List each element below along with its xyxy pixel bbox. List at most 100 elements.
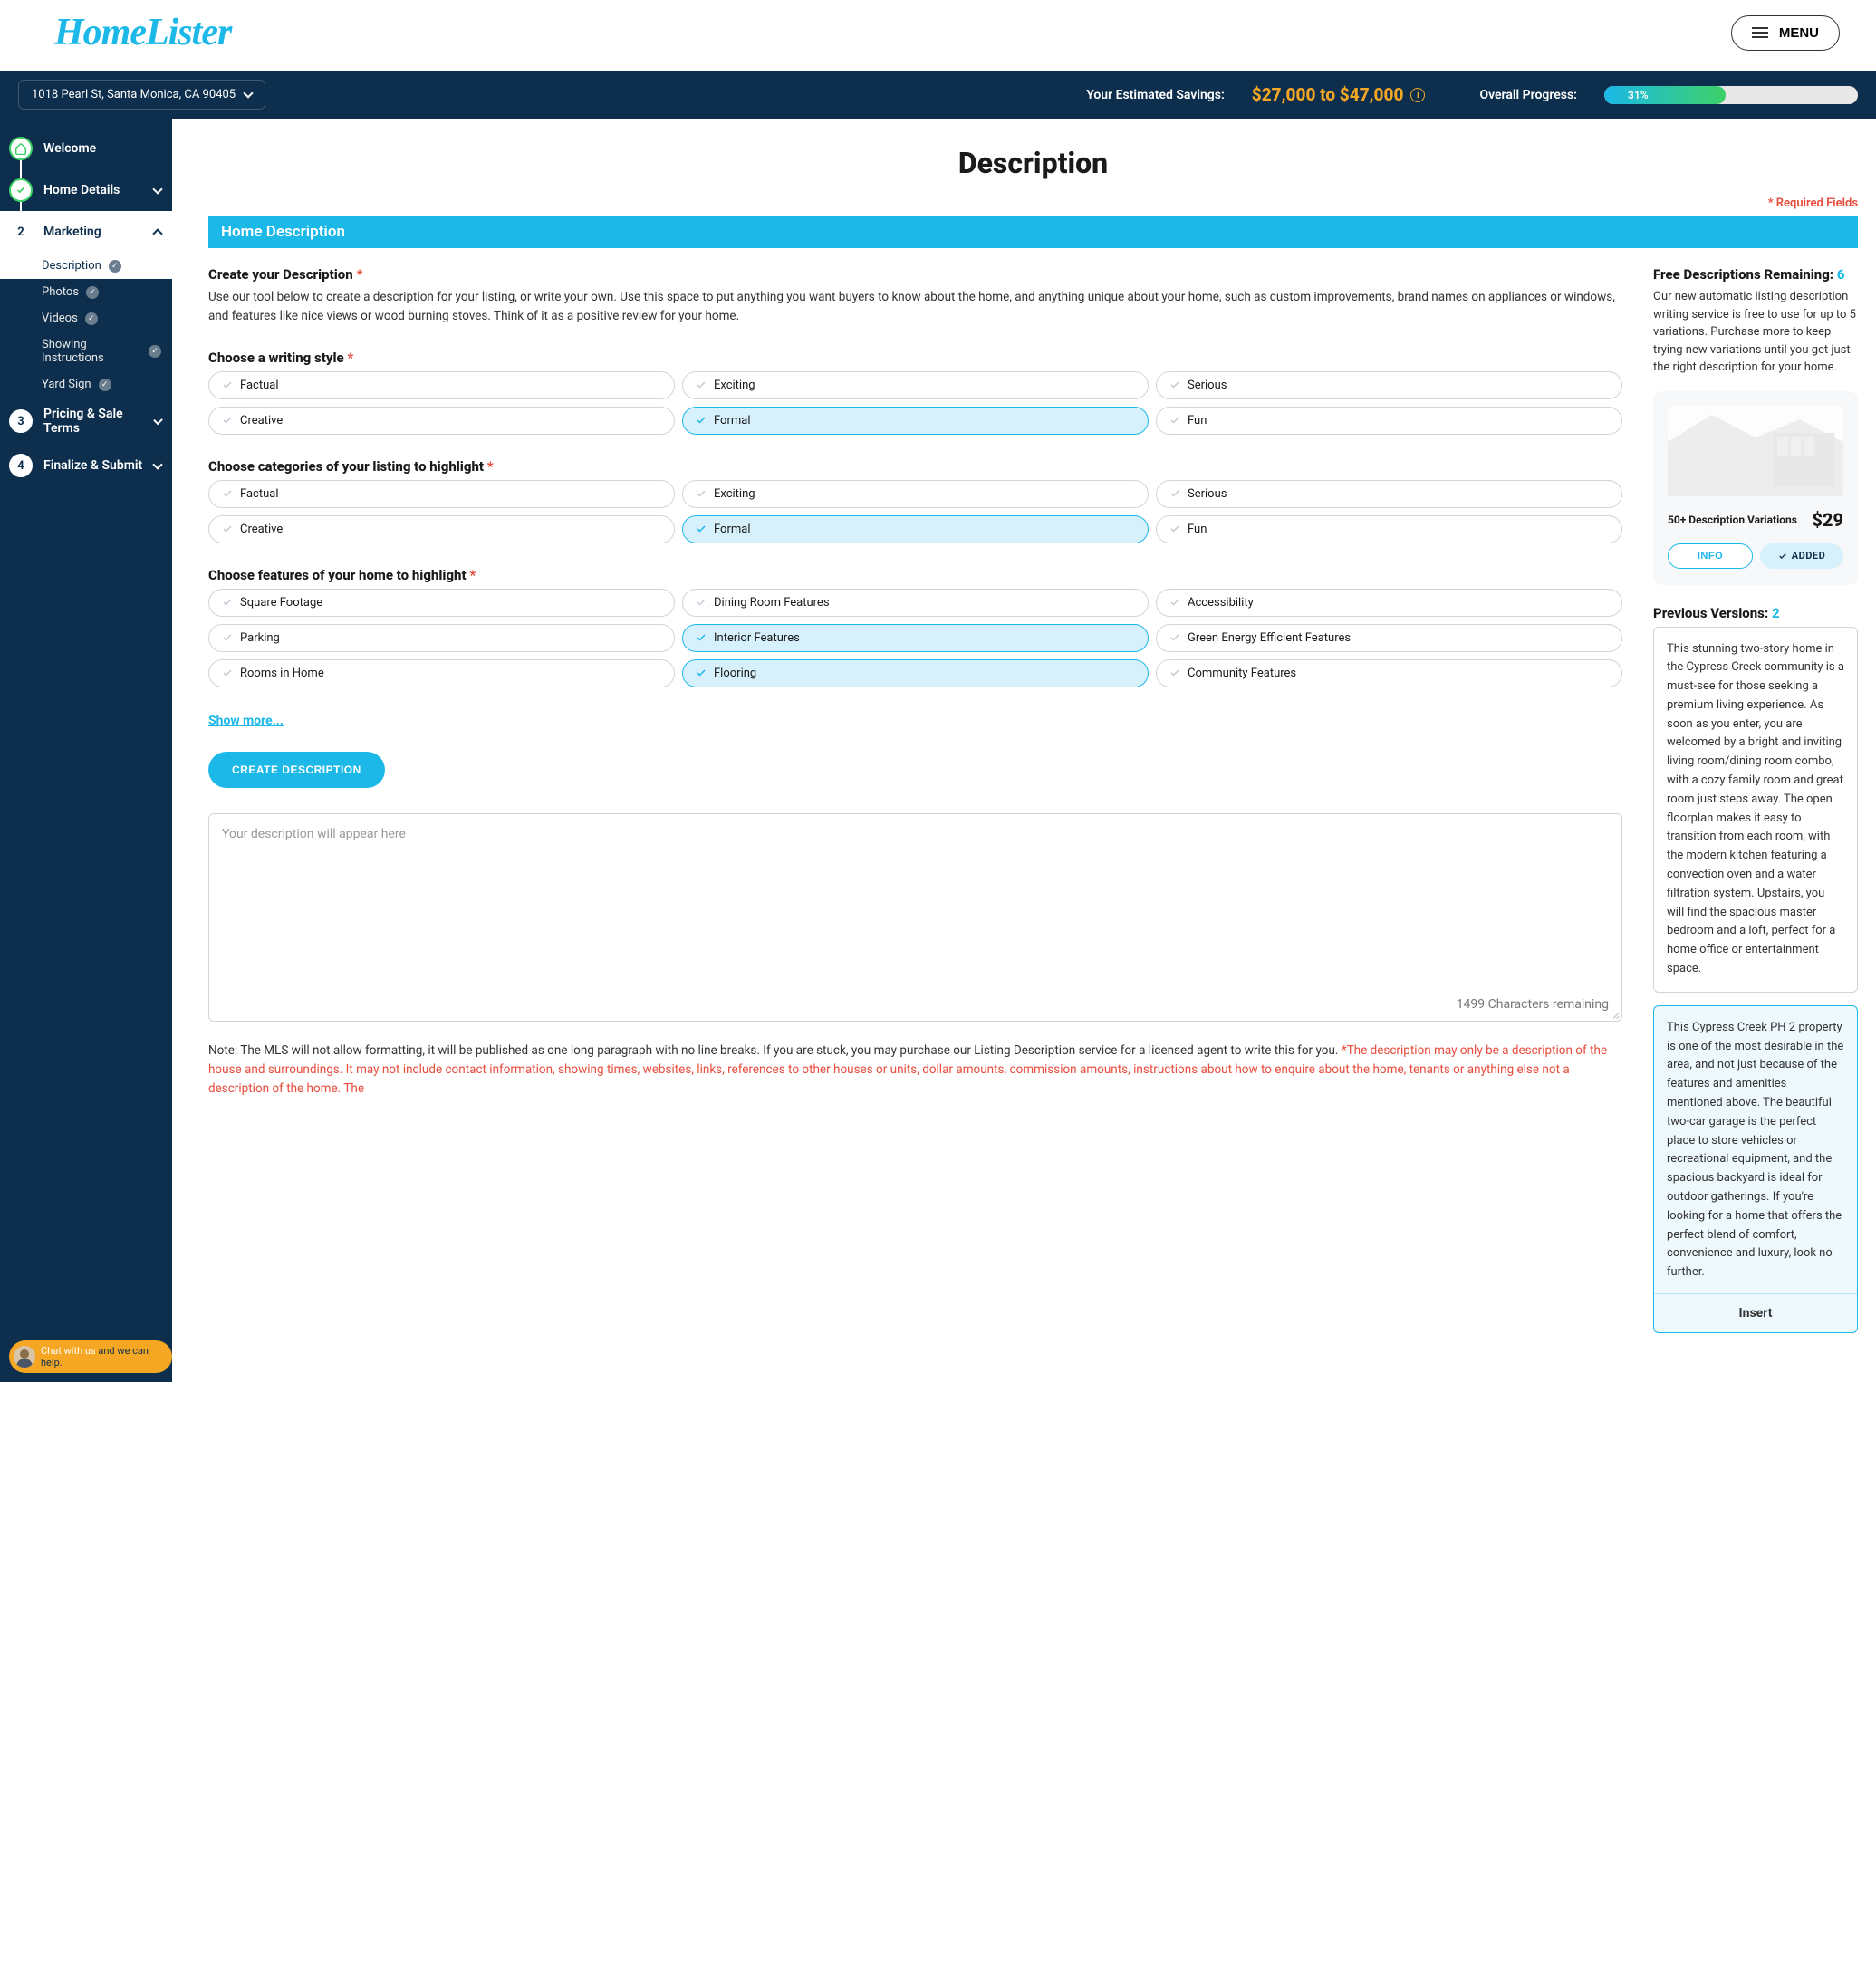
check-icon (222, 632, 233, 643)
check-icon (9, 178, 33, 202)
substep-showing[interactable]: Showing Instructions ✓ (0, 331, 172, 371)
check-badge-icon: ✓ (86, 286, 99, 299)
check-badge-icon: ✓ (109, 260, 121, 273)
avatar (14, 1346, 35, 1368)
category-option[interactable]: Serious (1156, 480, 1622, 508)
menu-label: MENU (1779, 25, 1819, 41)
substep-photos[interactable]: Photos ✓ (0, 279, 172, 305)
create-desc: Use our tool below to create a descripti… (208, 288, 1622, 326)
check-icon (696, 632, 707, 643)
step-home-details[interactable]: Home Details (0, 169, 172, 211)
address-text: 1018 Pearl St, Santa Monica, CA 90405 (32, 88, 236, 101)
check-icon (222, 667, 233, 678)
style-option[interactable]: Formal (682, 407, 1149, 435)
check-icon (1169, 415, 1180, 426)
free-remaining-heading: Free Descriptions Remaining: 6 (1653, 266, 1858, 283)
progress-fill: 31% (1604, 86, 1726, 104)
check-icon (1169, 523, 1180, 534)
style-option[interactable]: Serious (1156, 371, 1622, 399)
feature-option[interactable]: Interior Features (682, 624, 1149, 652)
check-icon (696, 667, 707, 678)
info-icon[interactable]: i (1410, 88, 1425, 102)
hamburger-icon (1752, 27, 1768, 38)
promo-label: 50+ Description Variations (1668, 514, 1797, 526)
style-option[interactable]: Exciting (682, 371, 1149, 399)
category-options: FactualExcitingSerious CreativeFormalFun (208, 480, 1622, 543)
substep-yard-sign[interactable]: Yard Sign ✓ (0, 371, 172, 398)
check-icon (1169, 597, 1180, 608)
category-option[interactable]: Factual (208, 480, 675, 508)
category-option[interactable]: Formal (682, 515, 1149, 543)
address-selector[interactable]: 1018 Pearl St, Santa Monica, CA 90405 (18, 80, 265, 110)
check-badge-icon: ✓ (99, 379, 111, 391)
style-option[interactable]: Creative (208, 407, 675, 435)
check-badge-icon: ✓ (149, 345, 161, 358)
check-icon (222, 597, 233, 608)
feature-option[interactable]: Accessibility (1156, 589, 1622, 617)
promo-info-button[interactable]: INFO (1668, 543, 1753, 569)
check-icon (696, 488, 707, 499)
step-number: 2 (9, 220, 33, 244)
version-card-1[interactable]: This stunning two-story home in the Cypr… (1653, 627, 1858, 993)
description-textarea[interactable] (222, 827, 1609, 990)
style-option[interactable]: Factual (208, 371, 675, 399)
chevron-down-icon (152, 459, 162, 469)
step-welcome[interactable]: Welcome (0, 128, 172, 169)
chevron-down-icon (243, 88, 253, 98)
sidebar: Welcome Home Details 2 Marketing Descrip… (0, 119, 172, 1382)
show-more-link[interactable]: Show more... (208, 714, 284, 728)
chevron-down-icon (153, 415, 163, 425)
create-description-button[interactable]: CREATE DESCRIPTION (208, 752, 385, 788)
step-pricing[interactable]: 3 Pricing & Sale Terms (0, 398, 172, 445)
savings-value: $27,000 to $47,000 i (1252, 84, 1426, 105)
create-heading: Create your Description * (208, 266, 1622, 283)
home-icon (9, 137, 33, 160)
features-heading: Choose features of your home to highligh… (208, 567, 1622, 583)
mls-note: Note: The MLS will not allow formatting,… (208, 1042, 1622, 1099)
category-option[interactable]: Fun (1156, 515, 1622, 543)
check-icon (1169, 632, 1180, 643)
feature-option[interactable]: Rooms in Home (208, 659, 675, 687)
check-icon (1169, 379, 1180, 390)
substep-videos[interactable]: Videos ✓ (0, 305, 172, 331)
required-note: * Required Fields (208, 197, 1858, 210)
free-remaining-desc: Our new automatic listing description wr… (1653, 288, 1858, 377)
chevron-down-icon (152, 184, 162, 194)
section-header: Home Description (208, 216, 1858, 248)
step-number: 4 (9, 454, 33, 477)
chat-widget[interactable]: Chat with us and we can help. (9, 1340, 172, 1373)
resize-handle[interactable] (1611, 1010, 1620, 1019)
menu-button[interactable]: MENU (1731, 15, 1840, 51)
style-options: FactualExcitingSerious CreativeFormalFun (208, 371, 1622, 435)
version-card-2[interactable]: This Cypress Creek PH 2 property is one … (1653, 1005, 1858, 1334)
check-icon (222, 523, 233, 534)
feature-option[interactable]: Flooring (682, 659, 1149, 687)
check-icon (222, 415, 233, 426)
insert-button[interactable]: Insert (1654, 1293, 1857, 1332)
category-option[interactable]: Creative (208, 515, 675, 543)
step-marketing[interactable]: 2 Marketing (0, 211, 172, 253)
feature-option[interactable]: Green Energy Efficient Features (1156, 624, 1622, 652)
promo-card: 50+ Description Variations $29 INFO ADDE… (1653, 391, 1858, 585)
check-icon (1169, 488, 1180, 499)
feature-option[interactable]: Dining Room Features (682, 589, 1149, 617)
progress-bar: 31% (1604, 86, 1858, 104)
page-title: Description (208, 146, 1858, 180)
feature-option[interactable]: Community Features (1156, 659, 1622, 687)
check-icon (696, 379, 707, 390)
feature-option[interactable]: Parking (208, 624, 675, 652)
step-finalize[interactable]: 4 Finalize & Submit (0, 445, 172, 486)
promo-added-badge: ADDED (1760, 543, 1843, 569)
check-icon (696, 597, 707, 608)
check-icon (222, 488, 233, 499)
logo[interactable]: HomeLister (54, 11, 231, 54)
feature-option[interactable]: Square Footage (208, 589, 675, 617)
feature-options: Square FootageDining Room FeaturesAccess… (208, 589, 1622, 687)
style-option[interactable]: Fun (1156, 407, 1622, 435)
check-icon (1169, 667, 1180, 678)
category-option[interactable]: Exciting (682, 480, 1149, 508)
promo-image (1668, 406, 1843, 496)
char-count: 1499 Characters remaining (1457, 997, 1609, 1012)
check-icon (696, 415, 707, 426)
substep-description[interactable]: Description ✓ (0, 253, 172, 279)
